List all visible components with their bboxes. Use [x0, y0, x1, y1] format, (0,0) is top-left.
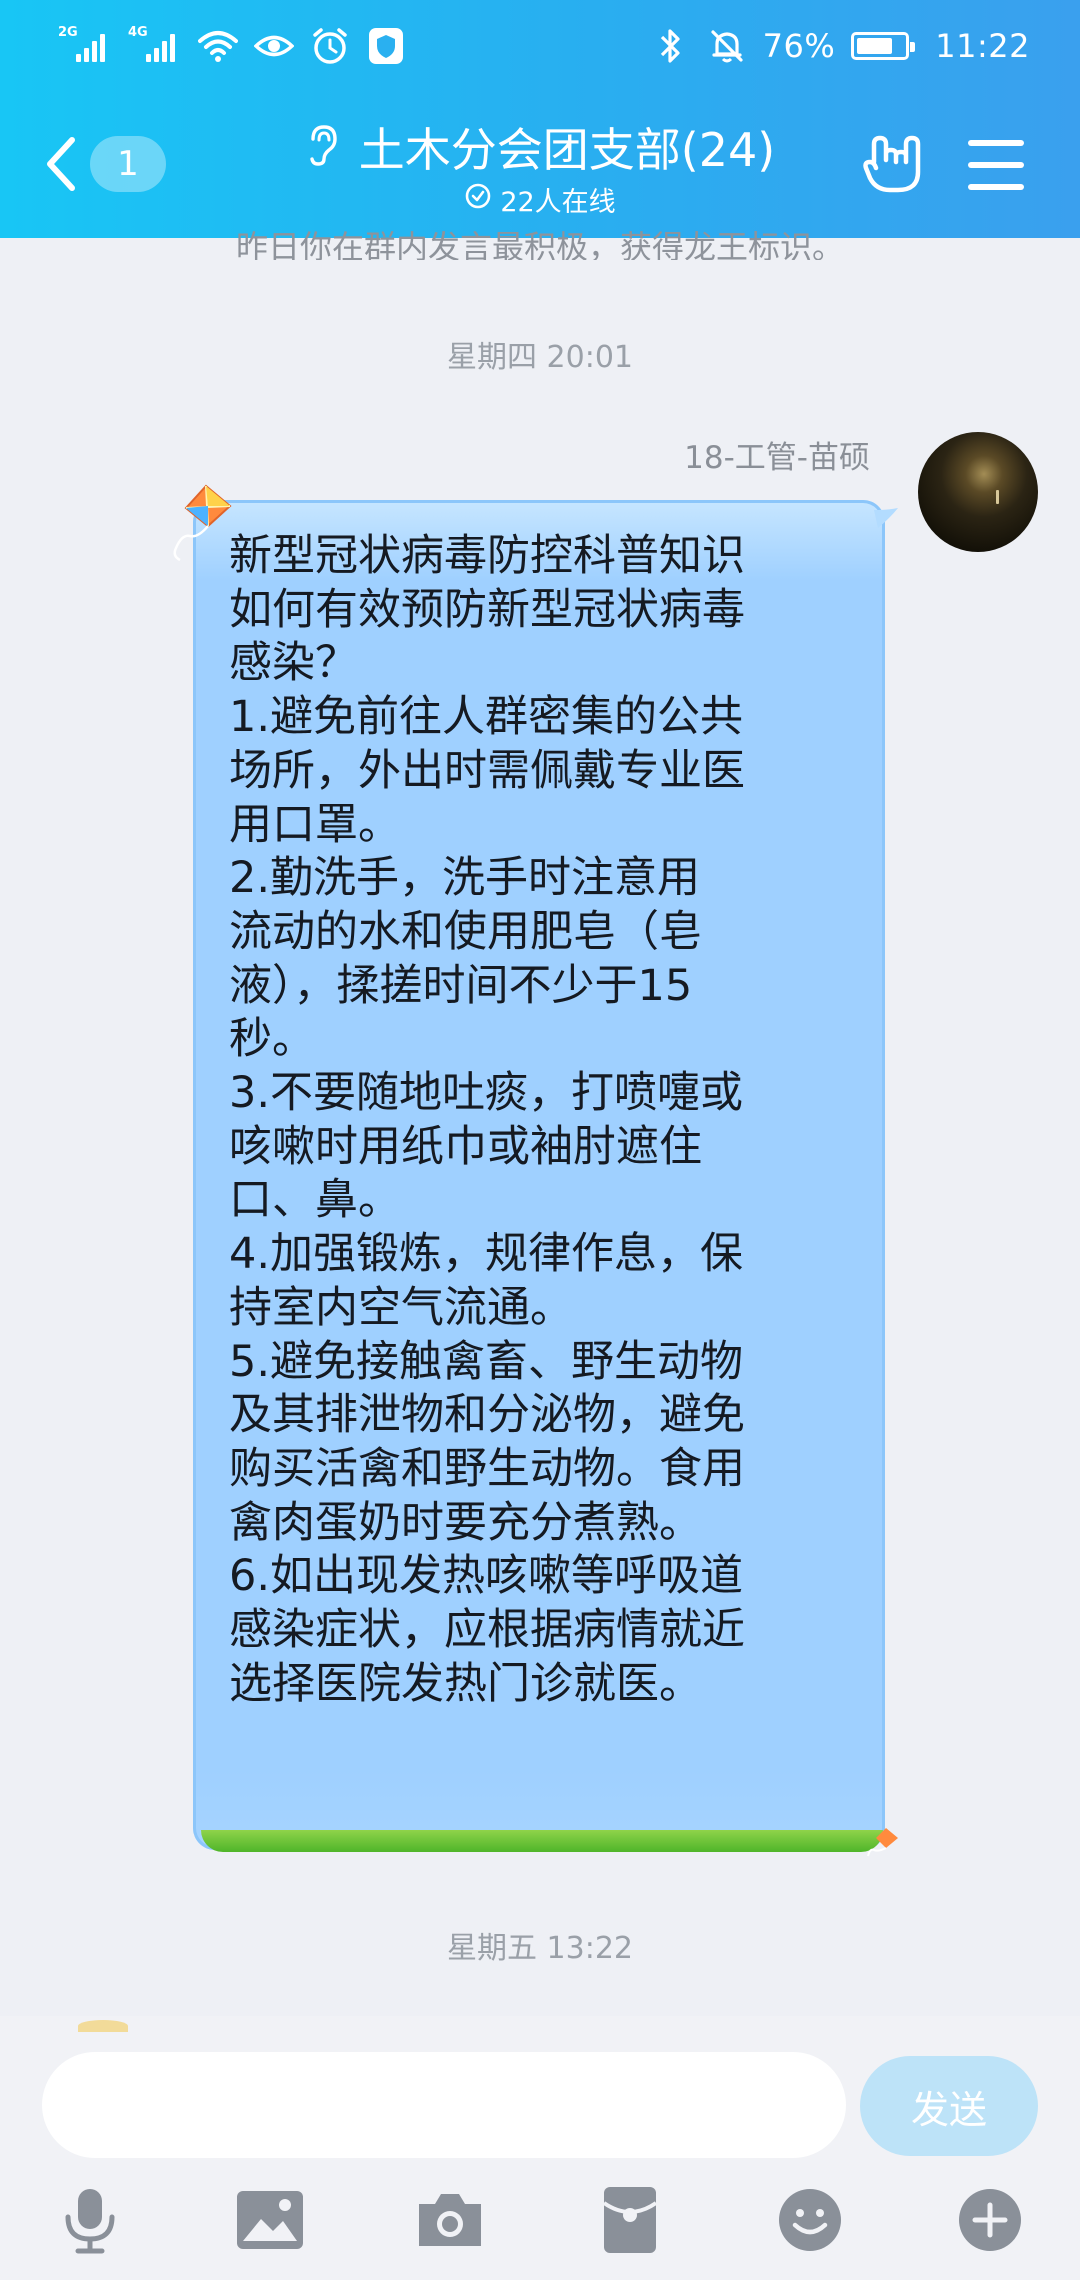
message-line: 购买活禽和野生动物。食用: [229, 1443, 745, 1494]
page-title: 土木分会团支部(24): [358, 123, 776, 177]
message-line: 2.勤洗手，洗手时注意用: [229, 853, 701, 904]
bluetooth-icon: [651, 26, 691, 66]
image-icon: [237, 2191, 303, 2249]
message-timestamp: 星期五 13:22: [447, 1931, 633, 1966]
message-timestamp: 星期四 20:01: [447, 340, 633, 375]
camera-button[interactable]: [410, 2180, 490, 2260]
ear-icon: [305, 123, 339, 171]
signal-icon: 2G: [58, 26, 112, 66]
eye-comfort-icon: [254, 26, 294, 66]
message-input[interactable]: [42, 2052, 846, 2158]
wifi-icon: [198, 26, 238, 66]
message-line: 6.如出现发热咳嗽等呼吸道: [229, 1551, 744, 1602]
message-line: 液），揉搓时间不少于15: [229, 960, 693, 1011]
menu-button[interactable]: [968, 140, 1024, 190]
back-button[interactable]: [44, 134, 84, 194]
status-bar: 2G 4G 76% 11:22: [0, 0, 1080, 92]
system-notice: 昨日你在群内发言最积极，获得龙王标识。: [0, 220, 1080, 260]
clock: 11:22: [935, 27, 1030, 65]
more-button[interactable]: [950, 2180, 1030, 2260]
message-line: 流动的水和使用肥皂（皂: [229, 906, 702, 957]
plus-icon: [959, 2189, 1021, 2251]
message-line: 5.避免接触禽畜、野生动物: [229, 1336, 744, 1387]
red-packet-button[interactable]: [590, 2180, 670, 2260]
emoji-icon: [779, 2189, 841, 2251]
group-fun-button[interactable]: [858, 130, 926, 198]
chevron-left-icon: [47, 137, 75, 191]
input-toolbar: [0, 2180, 1080, 2270]
sticker-peek: [78, 2020, 128, 2032]
online-count-text: 22人在线: [500, 187, 616, 218]
emoji-button[interactable]: [770, 2180, 850, 2260]
system-notice-text: 昨日你在群内发言最积极，获得龙王标识。: [235, 228, 844, 260]
message-bubble[interactable]: 新型冠状病毒防控科普知识 如何有效预防新型冠状病毒 感染？ 1.避免前往人群密集的公共…: [193, 500, 893, 1858]
signal-icon: 4G: [128, 26, 182, 66]
message-line: 禽肉蛋奶时要充分煮熟。: [229, 1497, 702, 1548]
message-line: 1.避免前往人群密集的公共: [229, 692, 744, 743]
kite-icon: [168, 482, 238, 562]
shield-icon: [366, 26, 406, 66]
message-line: 感染症状，应根据病情就近: [229, 1605, 745, 1656]
message-line: 如何有效预防新型冠状病毒: [229, 584, 745, 635]
send-button[interactable]: 发送: [860, 2056, 1038, 2156]
message-line: 秒。: [229, 1014, 315, 1065]
voice-button[interactable]: [50, 2180, 130, 2260]
image-button[interactable]: [230, 2180, 310, 2260]
mute-icon: [707, 26, 747, 66]
battery-percent: 76%: [762, 27, 836, 65]
chat-title-area[interactable]: 土木分会团支部(24) 22人在线: [250, 112, 830, 219]
message-line: 持室内空气流通。: [229, 1282, 573, 1333]
message-text: 新型冠状病毒防控科普知识 如何有效预防新型冠状病毒 感染？ 1.避免前往人群密集的公共…: [229, 530, 851, 1711]
message-line: 咳嗽时用纸巾或袖肘遮住: [229, 1121, 702, 1172]
alarm-icon: [310, 26, 350, 66]
message-line: 感染？: [229, 638, 358, 689]
mini-kite-icon: [866, 1826, 900, 1860]
sender-name: 18-工管-苗硕: [684, 440, 870, 476]
message-line: 口、鼻。: [229, 1175, 401, 1226]
status-left: 2G 4G: [58, 22, 406, 70]
red-packet-icon: [602, 2187, 658, 2253]
message-line: 用口罩。: [229, 799, 401, 850]
message-line: 及其排泄物和分泌物，避免: [229, 1390, 745, 1441]
microphone-icon: [65, 2189, 115, 2254]
chat-header: 2G 4G 76% 11:22 1 土木分会团支部(24) 22人在线: [0, 0, 1080, 238]
bubble-grass-decoration: [201, 1830, 883, 1852]
status-right: 76% 11:22: [651, 22, 1030, 70]
bubble-tail: [874, 508, 900, 532]
unread-count-badge[interactable]: 1: [90, 136, 166, 192]
sim2-network-label: 4G: [128, 25, 148, 40]
sim1-network-label: 2G: [58, 25, 78, 40]
avatar[interactable]: [918, 432, 1038, 552]
online-status: 22人在线: [250, 180, 830, 219]
menu-icon: [968, 140, 1024, 146]
message-line: 4.加强锻炼，规律作息，保: [229, 1229, 744, 1280]
message-line: 新型冠状病毒防控科普知识: [229, 531, 745, 581]
camera-icon: [419, 2194, 481, 2246]
message-line: 3.不要随地吐痰，打喷嚏或: [229, 1068, 744, 1119]
battery-icon: [851, 32, 916, 60]
message-line: 场所，外出时需佩戴专业医: [229, 745, 745, 796]
message-line: 选择医院发热门诊就医。: [229, 1658, 702, 1709]
check-circle-icon: [464, 182, 492, 217]
rock-hand-icon: [863, 135, 921, 193]
